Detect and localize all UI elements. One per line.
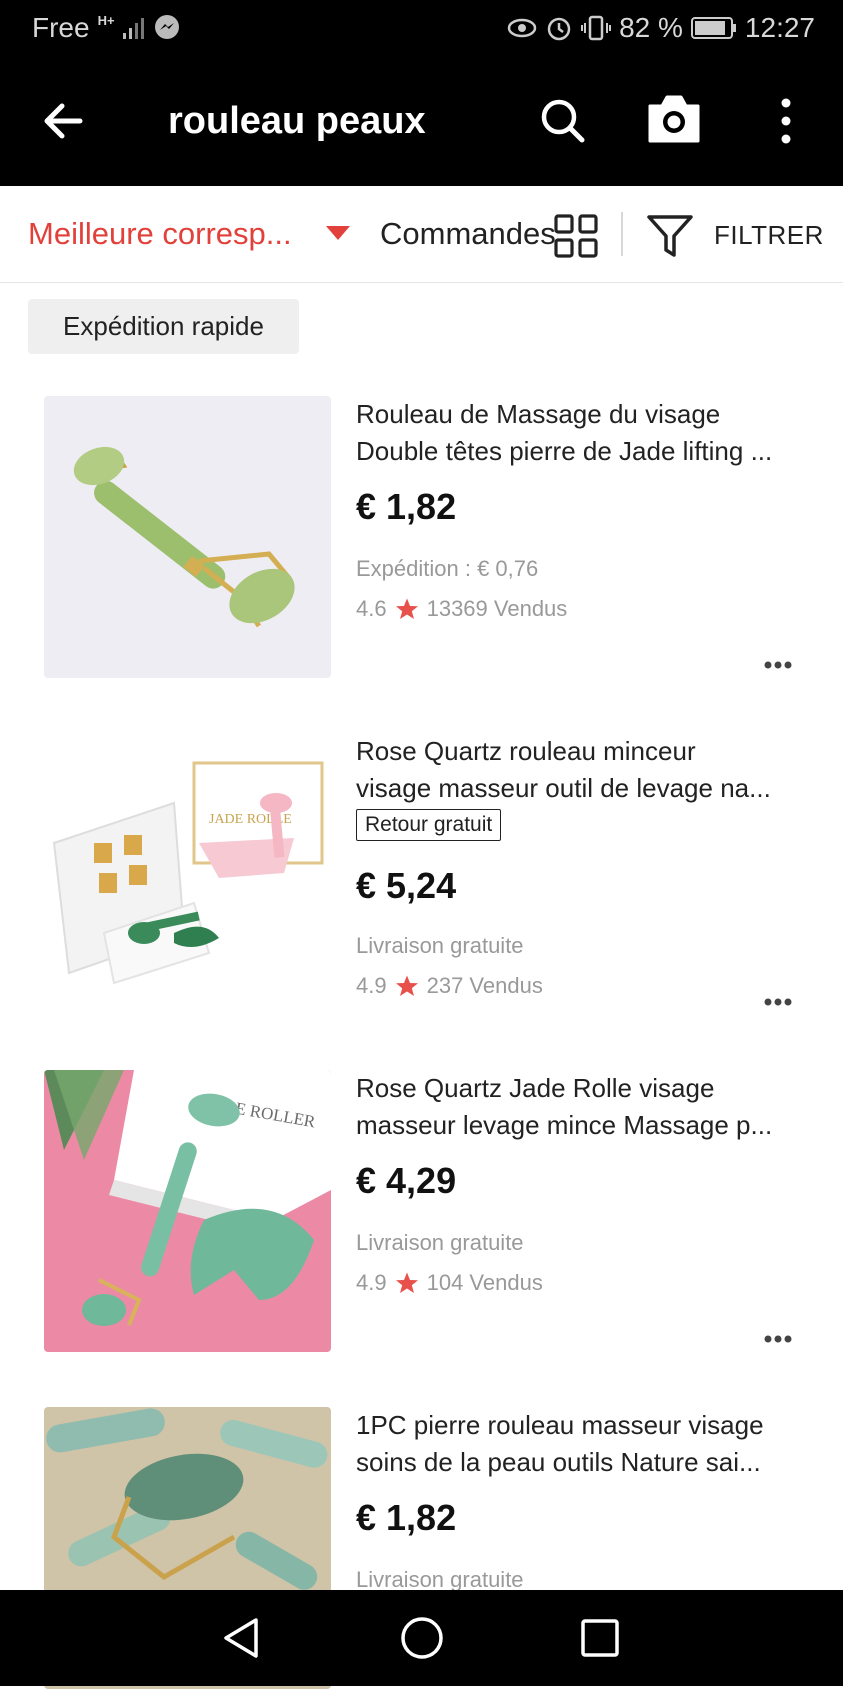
sort-best-match[interactable]: Meilleure corresp... [28,216,292,252]
filter-icon[interactable] [646,214,694,258]
product-title-line: Rose Quartz Jade Rolle visage [356,1073,715,1103]
nav-back-icon[interactable] [220,1616,262,1660]
search-query[interactable]: rouleau peaux [168,100,426,143]
sort-divider [621,212,623,256]
rating-value: 4.9 [356,1270,387,1295]
product-title-line: masseur levage mince Massage p... [356,1110,773,1140]
product-title[interactable]: Rose Quartz Jade Rolle visage masseur le… [356,1070,806,1144]
product-shipping: Livraison gratuite [356,1230,524,1255]
jade-roller-image [44,396,331,678]
carrier-label: Free [32,12,90,43]
product-title-line: soins de la peau outils Nature sai... [356,1447,761,1477]
vibrate-icon [581,15,612,41]
camera-icon[interactable] [646,92,702,146]
filter-button[interactable]: FILTRER [714,220,824,251]
more-horizontal-icon[interactable] [764,998,792,1006]
sold-count: 237 Vendus [426,973,543,998]
battery-icon [690,17,736,39]
arrow-left-icon[interactable] [40,96,90,146]
product-title-line: Rose Quartz rouleau minceur [356,736,696,766]
system-nav-bar [0,1590,843,1686]
nav-recents-icon[interactable] [580,1618,620,1658]
search-icon[interactable] [538,96,586,144]
eye-icon [507,18,537,38]
sold-count: 13369 Vendus [426,596,568,621]
caret-down-icon[interactable] [326,226,350,242]
product-image[interactable] [44,396,331,678]
free-return-badge: Retour gratuit [356,809,502,841]
search-toolbar: rouleau peaux [0,56,843,186]
product-rating: 4.9 237 Vendus [356,973,543,999]
messenger-icon [154,15,179,39]
status-right: 82 % 12:27 [507,12,815,44]
product-title[interactable]: Rose Quartz rouleau minceur visage masse… [356,733,806,807]
product-shipping: Livraison gratuite [356,933,524,958]
more-vertical-icon[interactable] [774,98,798,144]
clock: 12:27 [744,12,815,43]
product-title-line: visage masseur outil de levage na... [356,773,771,803]
sort-bar: Meilleure corresp... Commandes FILTRER [0,186,843,283]
product-title-line: Double têtes pierre de Jade lifting ... [356,436,773,466]
product-title-line: Rouleau de Massage du visage [356,399,721,429]
fast-shipping-chip[interactable]: Expédition rapide [28,299,299,354]
more-horizontal-icon[interactable] [764,1335,792,1343]
star-icon [395,1272,418,1293]
product-title-line: 1PC pierre rouleau masseur visage [356,1410,764,1440]
star-icon [395,975,418,996]
nav-home-icon[interactable] [400,1616,444,1660]
rose-quartz-box-image: JADE ROLLE [44,733,331,1015]
product-image[interactable]: JADE ROLLE [44,733,331,1015]
network-type: H+ [97,12,115,28]
rating-value: 4.9 [356,973,387,998]
status-left: Free H+ [32,12,181,44]
product-title[interactable]: 1PC pierre rouleau masseur visage soins … [356,1407,806,1481]
rating-value: 4.6 [356,596,387,621]
product-shipping: Expédition : € 0,76 [356,556,539,581]
product-price: € 1,82 [356,1497,457,1538]
product-rating: 4.6 13369 Vendus [356,596,567,622]
battery-percent: 82 % [619,12,683,43]
sold-count: 104 Vendus [426,1270,543,1295]
alarm-icon [547,17,571,41]
signal-icon [122,18,144,39]
grid-view-icon[interactable] [554,214,598,258]
green-jade-roller-image: JADE ROLLER [44,1070,331,1352]
status-bar: Free H+ 82 % 12:27 [0,0,843,56]
product-price: € 4,29 [356,1160,457,1201]
product-image[interactable]: JADE ROLLER [44,1070,331,1352]
product-title[interactable]: Rouleau de Massage du visage Double tête… [356,396,806,470]
more-horizontal-icon[interactable] [764,661,792,669]
product-price: € 1,82 [356,486,457,527]
product-rating: 4.9 104 Vendus [356,1270,543,1296]
star-icon [395,598,418,619]
product-price: € 5,24 [356,865,457,906]
sort-orders[interactable]: Commandes [380,216,556,252]
